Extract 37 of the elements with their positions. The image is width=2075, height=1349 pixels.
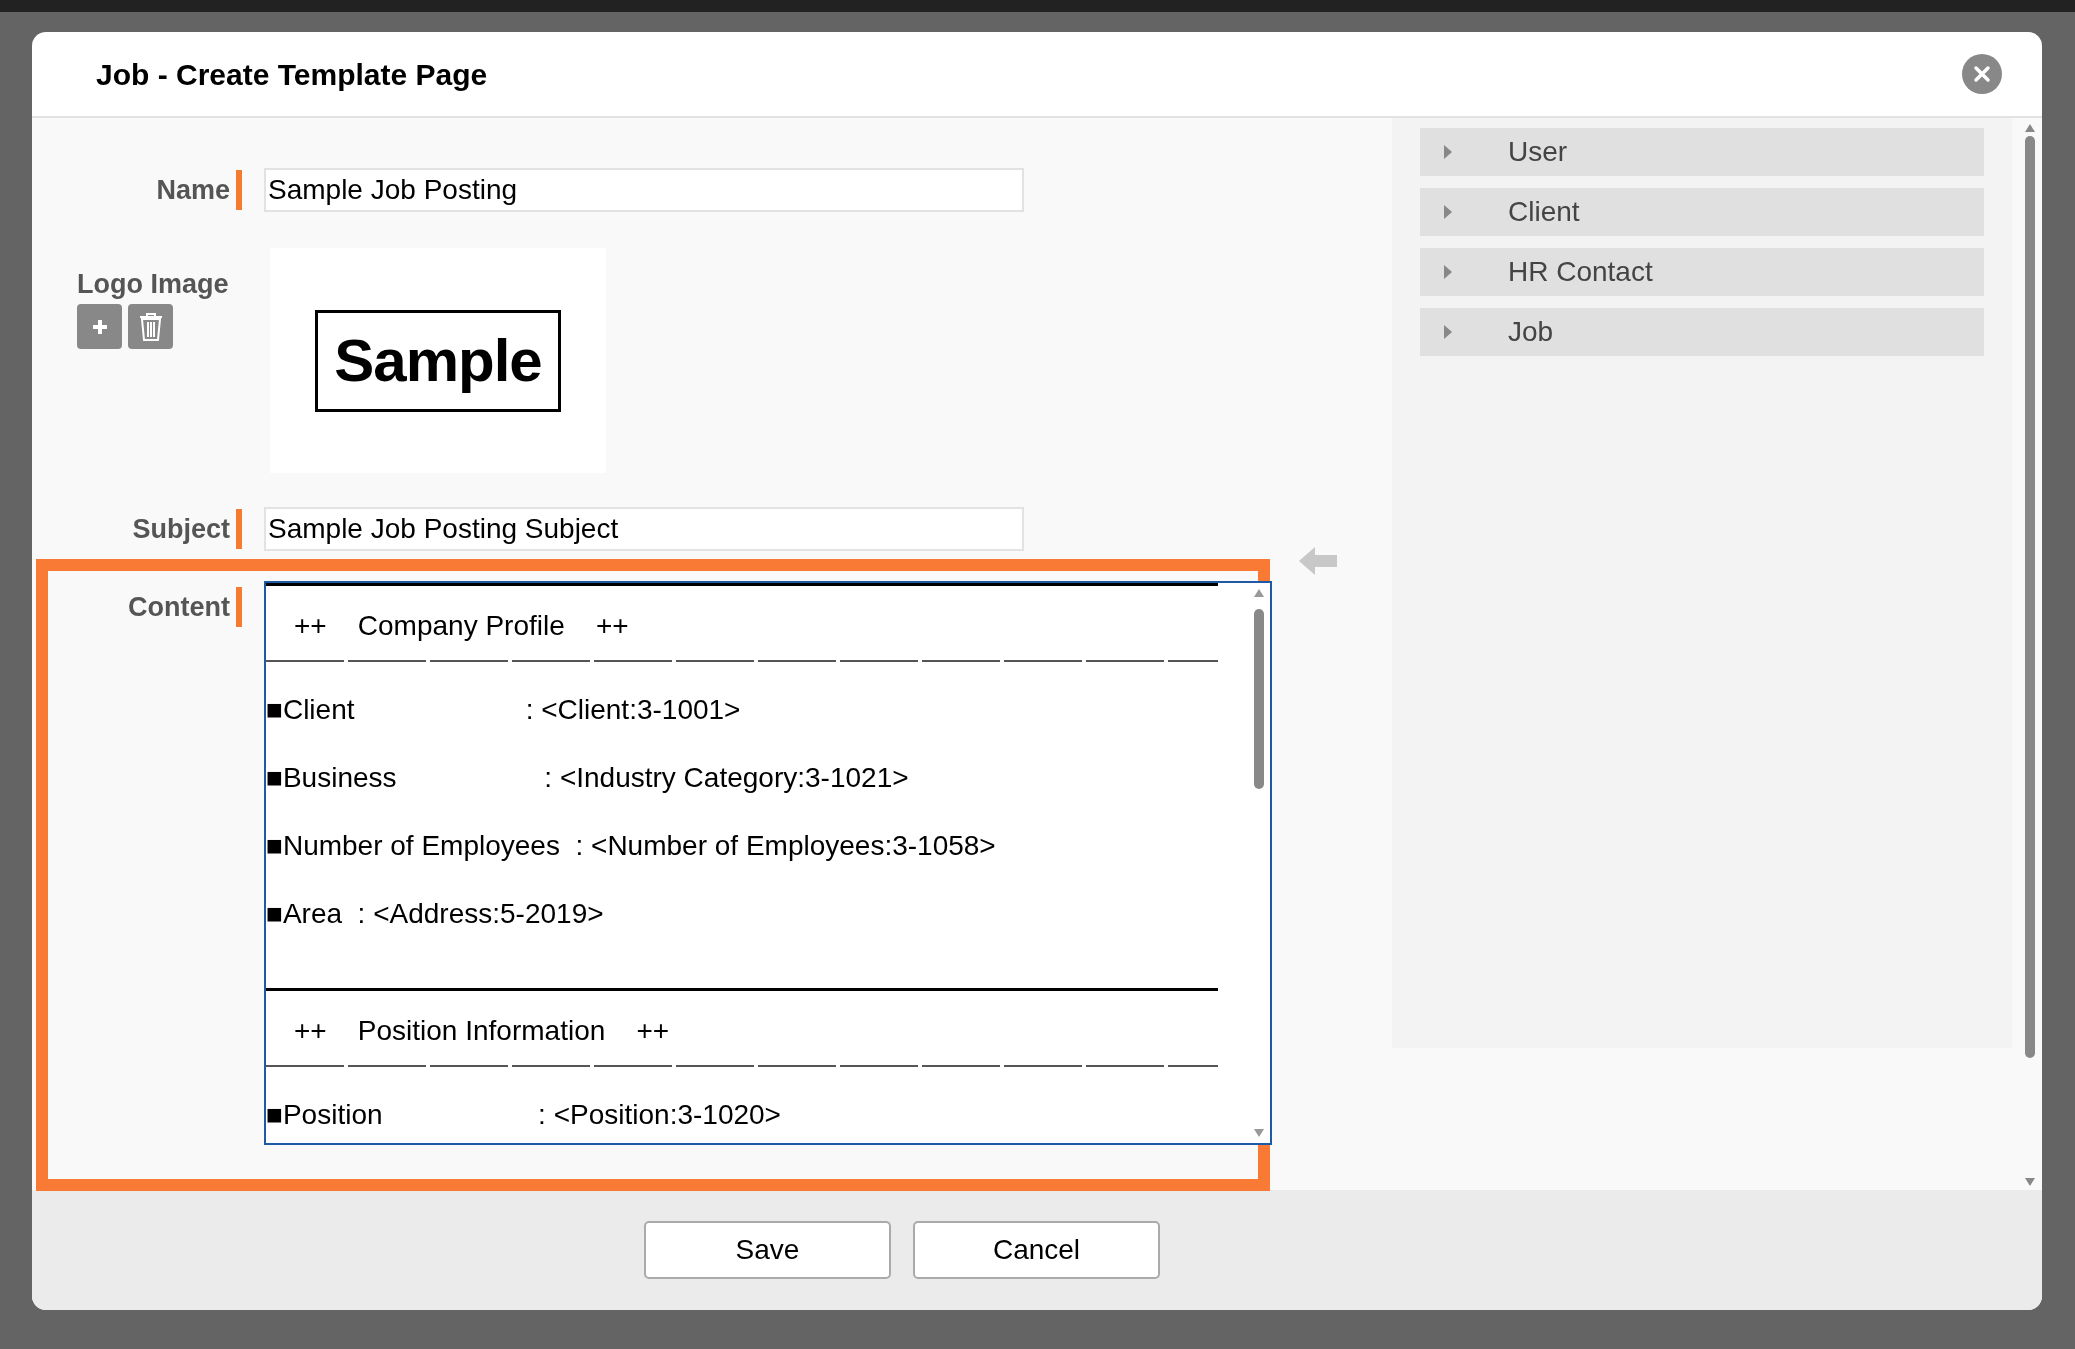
field-line: ■Area : <Address:5-2019> xyxy=(266,897,605,931)
variable-group[interactable]: HR Contact xyxy=(1420,248,1984,296)
section-heading: ++ Position Information ++ xyxy=(293,1014,671,1048)
field-label: Subject xyxy=(132,513,230,546)
save-button[interactable]: Save xyxy=(644,1221,891,1279)
field-label: Content xyxy=(128,591,230,624)
scroll-up-icon[interactable] xyxy=(2025,124,2035,132)
caret-icon xyxy=(1444,145,1452,159)
caret-icon xyxy=(1444,205,1452,219)
field-line: ■Business : <Industry Category:3-1021> xyxy=(266,761,910,795)
field-line: ■Position : <Position:3-1020> xyxy=(266,1098,782,1132)
caret-icon xyxy=(1444,325,1452,339)
field-label: Logo Image xyxy=(77,268,230,301)
logo-image: Sample xyxy=(315,309,561,412)
scrollbar-thumb[interactable] xyxy=(1254,609,1264,789)
left-arrow-icon xyxy=(1297,544,1339,578)
name-field[interactable]: Sample Job Posting xyxy=(264,168,1024,212)
scroll-up-icon[interactable] xyxy=(1254,589,1264,597)
add-button[interactable] xyxy=(77,304,122,349)
variable-group[interactable]: Job xyxy=(1420,308,1984,356)
scrollbar-thumb[interactable] xyxy=(2025,136,2035,1058)
variable-group[interactable]: User xyxy=(1420,128,1984,176)
field-line: ■Client : <Client:3-1001> xyxy=(266,693,742,727)
cancel-button[interactable]: Cancel xyxy=(913,1221,1160,1279)
dialog-title: Job - Create Template Page xyxy=(96,56,488,93)
section-heading: ++ Company Profile ++ xyxy=(293,609,630,643)
delete-button[interactable] xyxy=(128,304,173,349)
field-line: ■Number of Employees : <Number of Employees:3-1058> xyxy=(266,829,997,863)
caret-icon xyxy=(1444,265,1452,279)
content-editor[interactable] xyxy=(264,581,1272,1145)
scroll-down-icon[interactable] xyxy=(1254,1129,1264,1137)
field-label: Name xyxy=(156,174,230,207)
scroll-down-icon[interactable] xyxy=(2025,1178,2035,1186)
subject-field[interactable]: Sample Job Posting Subject xyxy=(264,507,1024,551)
variable-group[interactable]: Client xyxy=(1420,188,1984,236)
close-button[interactable] xyxy=(1962,54,2002,94)
close-icon xyxy=(1972,64,1992,84)
